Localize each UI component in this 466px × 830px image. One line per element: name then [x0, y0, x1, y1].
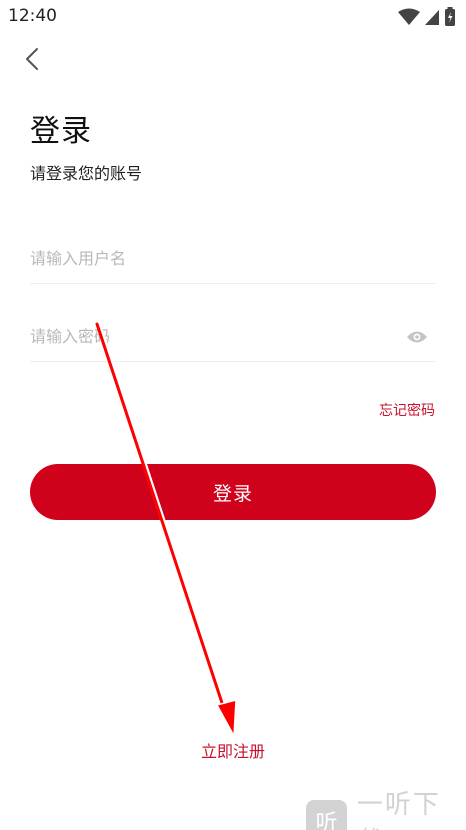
page-title: 登录: [30, 114, 92, 149]
watermark: 听 一听下载: [306, 784, 466, 830]
status-bar: 12:40: [0, 0, 466, 32]
status-time: 12:40: [8, 6, 57, 26]
password-field: [30, 312, 436, 362]
page-subtitle: 请登录您的账号: [30, 164, 143, 183]
username-input[interactable]: [30, 234, 380, 282]
back-button[interactable]: [18, 44, 46, 74]
forgot-password-link[interactable]: 忘记密码: [379, 400, 435, 420]
register-link[interactable]: 立即注册: [0, 738, 466, 762]
status-icons: [398, 7, 456, 27]
battery-icon: [445, 7, 455, 26]
login-button[interactable]: 登录: [30, 464, 436, 520]
watermark-text: 一听下载: [356, 790, 441, 830]
chevron-left-icon: [26, 48, 38, 70]
username-field: [30, 234, 436, 284]
password-input[interactable]: [30, 312, 380, 360]
signal-icon: [425, 10, 439, 25]
arrow-head: [215, 699, 237, 739]
wifi-icon: [398, 8, 420, 25]
watermark-logo: 听: [306, 800, 347, 830]
eye-icon[interactable]: [406, 326, 428, 348]
